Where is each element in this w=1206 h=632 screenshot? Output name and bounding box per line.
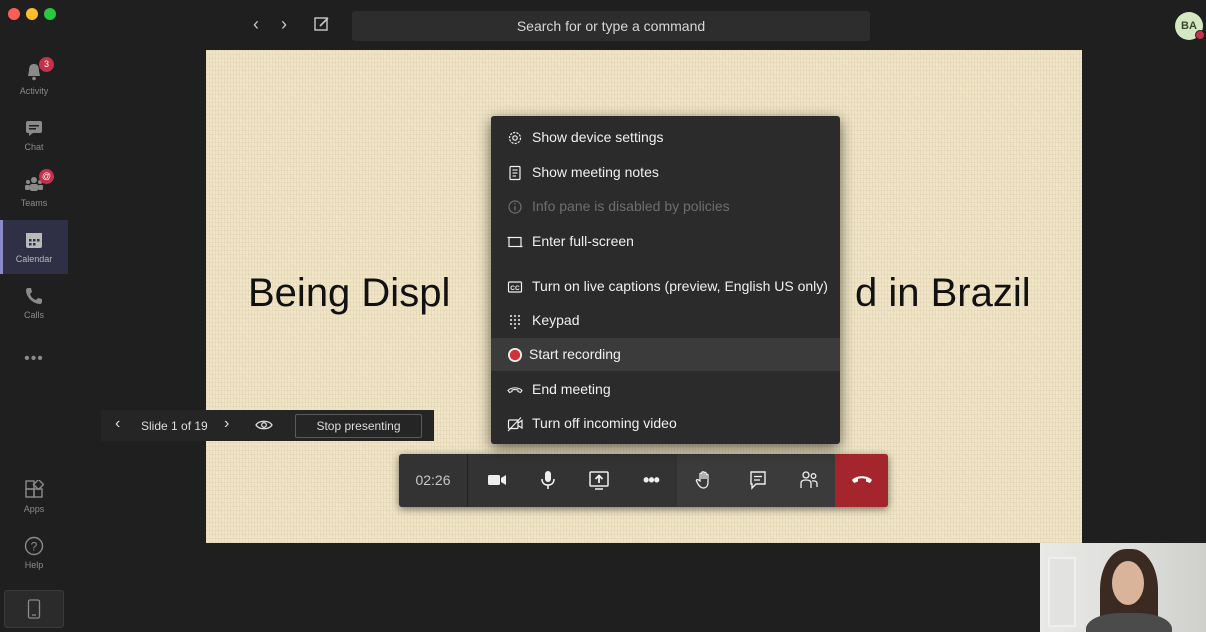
notes-icon — [509, 165, 521, 181]
more-actions-menu: Show device settings Show meeting notes … — [491, 116, 840, 444]
captions-icon: CC — [507, 281, 523, 293]
rail-item-teams[interactable]: @ Teams — [0, 164, 68, 218]
maximize-window-button[interactable] — [44, 8, 56, 20]
menu-label: Enter full-screen — [532, 233, 634, 249]
menu-label: Keypad — [532, 312, 580, 328]
apps-icon — [25, 480, 44, 498]
info-icon — [508, 200, 522, 214]
menu-label: End meeting — [532, 381, 611, 397]
hang-up-button[interactable] — [835, 454, 888, 507]
menu-item-turn-off-video[interactable]: Turn off incoming video — [491, 407, 840, 440]
background-door — [1048, 557, 1076, 627]
call-controls-bar: 02:26 ••• — [399, 454, 888, 507]
phone-icon — [26, 288, 42, 304]
raise-hand-icon — [695, 471, 709, 489]
rail-label-calls: Calls — [23, 310, 44, 320]
more-apps-ellipsis[interactable]: ••• — [0, 350, 68, 368]
rail-item-calls[interactable]: Calls — [0, 276, 68, 330]
teams-badge: @ — [39, 169, 54, 184]
back-chevron-icon[interactable]: ‹ — [253, 14, 259, 34]
fullscreen-icon — [507, 236, 523, 248]
camera-button[interactable] — [477, 454, 517, 507]
help-icon: ? — [24, 536, 44, 556]
menu-item-info-pane-disabled: Info pane is disabled by policies — [491, 190, 840, 223]
call-duration: 02:26 — [399, 454, 468, 507]
rail-label-chat: Chat — [24, 142, 44, 152]
rail-label-apps: Apps — [23, 504, 45, 514]
slide-controls: ‹ Slide 1 of 19 › Stop presenting — [101, 410, 434, 441]
menu-label: Show meeting notes — [532, 164, 659, 180]
raise-hand-button[interactable] — [684, 454, 724, 507]
menu-item-live-captions[interactable]: CC Turn on live captions (preview, Engli… — [491, 270, 840, 303]
participants-button[interactable] — [789, 454, 829, 507]
rail-item-chat[interactable]: Chat — [0, 108, 68, 162]
compose-icon[interactable] — [313, 15, 331, 33]
calendar-icon — [26, 233, 42, 248]
search-input[interactable]: Search for or type a command — [352, 11, 870, 41]
rail-label-activity: Activity — [19, 86, 49, 96]
person-face — [1112, 561, 1144, 605]
more-actions-button[interactable]: ••• — [631, 454, 671, 507]
gear-icon — [508, 131, 522, 145]
rail-label-help: Help — [24, 560, 44, 570]
video-camera-icon — [488, 475, 506, 485]
slide-subtitle-right: d in Brazil — [855, 271, 1031, 315]
menu-item-device-settings[interactable]: Show device settings — [491, 121, 840, 154]
menu-label: Show device settings — [532, 129, 664, 145]
menu-label: Start recording — [529, 346, 621, 362]
activity-badge: 3 — [39, 57, 54, 72]
slide-counter: Slide 1 of 19 — [141, 419, 208, 433]
rail-item-help[interactable]: ? Help — [0, 526, 68, 580]
menu-item-end-meeting[interactable]: End meeting — [491, 373, 840, 406]
share-screen-icon — [589, 471, 609, 490]
menu-item-keypad[interactable]: Keypad — [491, 304, 840, 337]
hang-up-icon — [852, 476, 872, 483]
microphone-icon — [541, 471, 555, 489]
meeting-chat-button[interactable] — [738, 454, 778, 507]
menu-item-start-recording[interactable]: Start recording — [491, 338, 840, 371]
rail-item-apps[interactable]: Apps — [0, 470, 68, 524]
svg-text:CC: CC — [510, 285, 520, 292]
keypad-icon — [510, 315, 520, 329]
svg-text:?: ? — [31, 540, 38, 554]
end-call-icon — [507, 387, 523, 394]
rail-label-teams: Teams — [20, 198, 48, 208]
menu-label: Info pane is disabled by policies — [532, 198, 730, 214]
self-video-preview[interactable] — [1040, 543, 1206, 632]
rail-item-activity[interactable]: 3 Activity — [0, 52, 68, 106]
forward-chevron-icon[interactable]: › — [281, 14, 287, 34]
video-off-icon — [507, 417, 523, 432]
participants-icon — [800, 471, 818, 488]
person-body — [1086, 613, 1172, 632]
menu-item-meeting-notes[interactable]: Show meeting notes — [491, 156, 840, 189]
close-window-button[interactable] — [8, 8, 20, 20]
rail-item-calendar[interactable]: Calendar — [0, 220, 68, 274]
chat-icon — [26, 121, 42, 136]
chat-bubble-icon — [750, 471, 766, 490]
share-screen-button[interactable] — [579, 454, 619, 507]
title-bar: ‹ › Search for or type a command BA — [0, 0, 1206, 50]
mobile-device-icon — [27, 599, 41, 619]
menu-label: Turn off incoming video — [532, 415, 677, 431]
device-button[interactable] — [4, 590, 64, 628]
previous-slide-icon[interactable]: ‹ — [115, 415, 120, 433]
menu-label: Turn on live captions (preview, English … — [532, 278, 828, 294]
record-icon — [508, 348, 522, 362]
rail-label-calendar: Calendar — [15, 254, 53, 264]
eye-icon[interactable] — [255, 418, 273, 432]
next-slide-icon[interactable]: › — [224, 415, 229, 433]
menu-item-full-screen[interactable]: Enter full-screen — [491, 225, 840, 258]
microphone-button[interactable] — [528, 454, 568, 507]
minimize-window-button[interactable] — [26, 8, 38, 20]
left-rail: 3 Activity Chat @ Teams Calendar Calls •… — [0, 50, 68, 632]
teams-window: ‹ › Search for or type a command BA 3 Ac… — [0, 0, 1206, 632]
presence-status-dot — [1195, 30, 1205, 40]
stop-presenting-button[interactable]: Stop presenting — [295, 414, 422, 438]
